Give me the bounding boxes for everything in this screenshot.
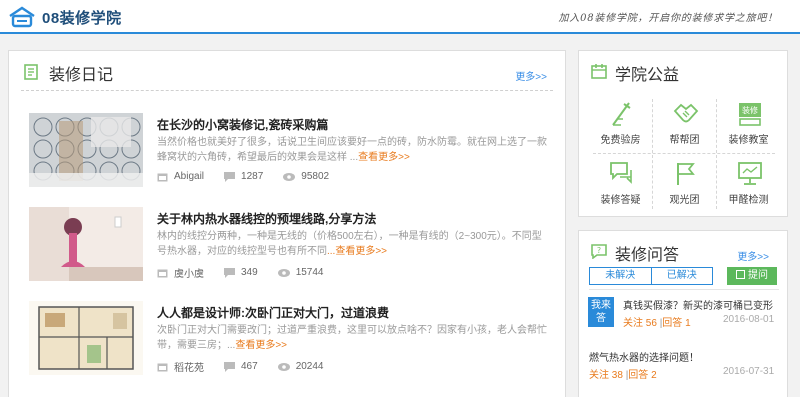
ask-button-label: 提问 — [748, 270, 768, 281]
tab-unsolved[interactable]: 未解决 — [590, 268, 651, 284]
question-stats: 关注 38 |回答 2 — [589, 370, 657, 381]
ask-question-button[interactable]: 提问 — [727, 267, 777, 285]
article-title[interactable]: 关于林内热水器线控的预埋线路,分享方法 — [157, 210, 376, 227]
article-thumbnail-heater[interactable] — [29, 207, 143, 281]
qa-title: 装修问答 — [615, 247, 680, 264]
article-summary: 林内的线控分两种，一种是无线的（价格500左右），一种是有线的（2~300元）。… — [157, 231, 542, 257]
question-date: 2016-07-31 — [723, 366, 775, 377]
article-comments: 467 — [241, 361, 258, 372]
tab-solved[interactable]: 已解决 — [650, 268, 713, 284]
qa-more-link[interactable]: 更多>> — [737, 248, 769, 263]
top-header: 08装修学院 加入08装修学院，开启你的装修求学之旅吧！ — [0, 0, 800, 34]
article-views: 20244 — [295, 361, 324, 372]
diary-article[interactable]: 人人都是设计师:次卧门正对大门，过道浪费 次卧门正对大门需要改门；过道严重浪费，… — [21, 301, 551, 379]
eye-icon — [277, 268, 290, 277]
read-more-link[interactable]: ...查看更多>> — [327, 246, 387, 257]
header-slogan: 加入08装修学院，开启你的装修求学之旅吧！ — [558, 13, 778, 24]
article-summary: 次卧门正对大门需要改门；过道严重浪费，这里可以放点啥不？因家有小孩，老人会帮忙带… — [157, 325, 547, 351]
welfare-title: 学院公益 — [615, 67, 680, 84]
article-title[interactable]: 在长沙的小窝装修记,瓷砖采购篇 — [157, 116, 328, 133]
welfare-grid: 免费验房 帮帮团 装修 装修教室 装修答疑 观光团 甲醛检测 — [589, 93, 779, 213]
article-title[interactable]: 人人都是设计师:次卧门正对大门，过道浪费 — [157, 304, 389, 321]
diary-article[interactable]: 关于林内热水器线控的预埋线路,分享方法 林内的线控分两种，一种是无线的（价格50… — [21, 207, 551, 285]
logo-icon — [9, 6, 35, 28]
eye-icon — [277, 362, 290, 371]
article-author: 虞小虞 — [174, 269, 204, 280]
calendar-icon — [157, 269, 168, 277]
welfare-item-label: 装修教室 — [728, 135, 769, 146]
calendar-icon — [157, 173, 168, 181]
welfare-item-label: 装修答疑 — [600, 195, 641, 206]
article-summary: 当然价格也就美好了很多，话说卫生间应该要好一点的砖，防水防霉。就在网上选了一款蜂… — [157, 137, 547, 163]
welfare-item-classroom[interactable]: 装修 装修教室 — [717, 93, 780, 153]
monitor-icon — [738, 162, 762, 185]
svg-text:装修: 装修 — [742, 105, 758, 115]
svg-text:?: ? — [597, 246, 601, 255]
article-author: 稻花苑 — [174, 363, 204, 374]
welfare-item-label: 免费验房 — [600, 135, 641, 146]
answer-badge[interactable]: 我来答 — [588, 297, 614, 327]
edit-icon — [736, 270, 745, 279]
article-thumbnail-floorplan[interactable] — [29, 301, 143, 375]
calendar-icon — [157, 363, 168, 371]
welfare-item-label: 观光团 — [669, 195, 700, 206]
welfare-item-help-group[interactable]: 帮帮团 — [653, 93, 716, 153]
classroom-board-icon: 装修 — [739, 103, 761, 126]
welfare-item-label: 帮帮团 — [669, 135, 700, 146]
welfare-item-tour[interactable]: 观光团 — [653, 153, 716, 213]
article-comments: 1287 — [241, 171, 264, 182]
question-stats: 关注 56 |回答 1 — [623, 318, 691, 329]
qa-header: ? 装修问答 更多>> — [579, 231, 787, 271]
article-views: 95802 — [301, 171, 330, 182]
welfare-item-inspection[interactable]: 免费验房 — [589, 93, 652, 153]
welfare-item-formaldehyde[interactable]: 甲醛检测 — [717, 153, 780, 213]
handshake-icon — [673, 103, 699, 123]
article-comments: 349 — [241, 267, 258, 278]
article-meta: 稻花苑 467 20244 — [157, 359, 344, 374]
diary-more-link[interactable]: 更多>> — [515, 68, 547, 83]
welfare-header: 学院公益 — [579, 51, 787, 91]
question-date: 2016-08-01 — [723, 314, 775, 325]
article-thumbnail-tiles[interactable] — [29, 113, 143, 187]
article-author: Abigail — [174, 171, 205, 182]
comment-icon — [224, 267, 235, 278]
notebook-icon — [24, 64, 38, 80]
calendar-icon — [591, 64, 607, 79]
question-bubble-icon: ? — [591, 244, 607, 259]
eye-icon — [283, 172, 296, 181]
qa-panel: ? 装修问答 更多>> 未解决 已解决 提问 我来答 真钱买假漆？新买的漆可桶已… — [578, 230, 788, 397]
question-title[interactable]: 真钱买假漆？新买的漆可桶已变形 — [623, 297, 773, 312]
logo[interactable]: 08装修学院 — [8, 6, 122, 28]
diary-article[interactable]: 在长沙的小窝装修记,瓷砖采购篇 当然价格也就美好了很多，话说卫生间应该要好一点的… — [21, 113, 551, 191]
article-meta: 虞小虞 349 15744 — [157, 265, 344, 280]
article-meta: Abigail 1287 95802 — [157, 171, 349, 182]
flag-icon — [677, 163, 695, 185]
diary-header: 装修日记 更多>> — [21, 51, 553, 91]
qa-tabs: 未解决 已解决 — [589, 267, 713, 285]
logo-text: 08装修学院 — [42, 9, 122, 27]
ruler-icon — [612, 102, 631, 126]
diary-panel: 装修日记 更多>> 在长沙的小窝装修记,瓷砖采购篇 当然价格也就美好了很多，话说… — [8, 50, 566, 397]
read-more-link[interactable]: 查看更多>> — [358, 152, 410, 163]
comment-icon — [224, 361, 235, 372]
diary-title: 装修日记 — [49, 67, 114, 84]
welfare-panel: 学院公益 免费验房 帮帮团 装修 装修教室 装修答疑 观光团 甲醛检测 — [578, 50, 788, 217]
welfare-item-qa[interactable]: 装修答疑 — [589, 153, 652, 213]
comment-icon — [224, 171, 236, 182]
welfare-item-label: 甲醛检测 — [728, 195, 769, 206]
chat-bubbles-icon — [610, 162, 632, 184]
read-more-link[interactable]: 查看更多>> — [235, 340, 287, 351]
article-views: 15744 — [295, 267, 324, 278]
question-title[interactable]: 燃气热水器的选择问题！ — [589, 349, 699, 364]
divider — [589, 289, 779, 290]
